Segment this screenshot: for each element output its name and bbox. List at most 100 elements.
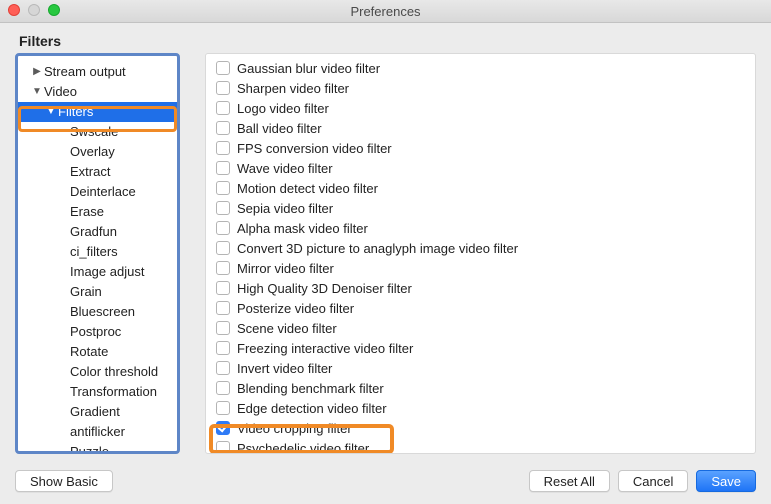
filter-checkbox[interactable] (216, 361, 230, 375)
sidebar-item-label: Rotate (68, 342, 108, 362)
sidebar-item-deinterlace[interactable]: Deinterlace (18, 182, 177, 202)
cancel-button[interactable]: Cancel (618, 470, 688, 492)
window-title: Preferences (0, 4, 771, 19)
filter-row[interactable]: Edge detection video filter (216, 398, 755, 418)
filter-checkbox[interactable] (216, 161, 230, 175)
filter-row[interactable]: Convert 3D picture to anaglyph image vid… (216, 238, 755, 258)
filter-checkbox[interactable] (216, 61, 230, 75)
chevron-down-icon[interactable]: ▼ (46, 102, 56, 122)
filter-row[interactable]: Gaussian blur video filter (216, 58, 755, 78)
sidebar-item-antiflicker[interactable]: antiflicker (18, 422, 177, 442)
filter-label: Motion detect video filter (237, 181, 378, 196)
filter-label: Wave video filter (237, 161, 333, 176)
sidebar-item-label: Grain (68, 282, 102, 302)
filters-checkbox-list[interactable]: Gaussian blur video filter Sharpen video … (206, 54, 755, 454)
sidebar-item-ci-filters[interactable]: ci_filters (18, 242, 177, 262)
maximize-icon[interactable] (48, 4, 60, 16)
filter-checkbox[interactable] (216, 81, 230, 95)
filter-checkbox[interactable] (216, 301, 230, 315)
filter-label: Video cropping filter (237, 421, 352, 436)
sidebar-item-label: Extract (68, 162, 110, 182)
sidebar-item-stream-output[interactable]: ▶Stream output (18, 62, 177, 82)
close-icon[interactable] (8, 4, 20, 16)
sidebar-item-puzzle[interactable]: Puzzle (18, 442, 177, 454)
filter-row[interactable]: Scene video filter (216, 318, 755, 338)
sidebar-item-video[interactable]: ▼Video (18, 82, 177, 102)
filter-label: Edge detection video filter (237, 401, 387, 416)
filter-checkbox[interactable] (216, 121, 230, 135)
sidebar-item-filters[interactable]: ▼Filters (18, 102, 177, 122)
show-basic-button[interactable]: Show Basic (15, 470, 113, 492)
sidebar-panel: ▶Stream output▼Video▼FiltersSwscaleOverl… (15, 53, 180, 454)
filter-checkbox[interactable] (216, 101, 230, 115)
filter-label: Ball video filter (237, 121, 322, 136)
titlebar: Preferences (0, 0, 771, 23)
preferences-window: Preferences Filters ▶Stream output▼Video… (0, 0, 771, 504)
filter-row[interactable]: Posterize video filter (216, 298, 755, 318)
filter-row[interactable]: Freezing interactive video filter (216, 338, 755, 358)
filter-row[interactable]: Sharpen video filter (216, 78, 755, 98)
sidebar-item-rotate[interactable]: Rotate (18, 342, 177, 362)
sidebar-item-label: Transformation (68, 382, 157, 402)
sidebar-item-label: Filters (56, 102, 93, 122)
reset-all-button[interactable]: Reset All (529, 470, 610, 492)
filter-row[interactable]: Psychedelic video filter (216, 438, 755, 454)
filter-checkbox[interactable] (216, 381, 230, 395)
filter-checkbox[interactable] (216, 241, 230, 255)
sidebar-item-color-threshold[interactable]: Color threshold (18, 362, 177, 382)
filter-row[interactable]: Alpha mask video filter (216, 218, 755, 238)
filter-row[interactable]: Wave video filter (216, 158, 755, 178)
filter-checkbox[interactable] (216, 281, 230, 295)
filter-checkbox[interactable] (216, 321, 230, 335)
filter-checkbox[interactable] (216, 421, 230, 435)
filter-row[interactable]: Logo video filter (216, 98, 755, 118)
filter-label: Scene video filter (237, 321, 337, 336)
filter-label: Posterize video filter (237, 301, 354, 316)
sidebar-item-label: Erase (68, 202, 104, 222)
sidebar-item-overlay[interactable]: Overlay (18, 142, 177, 162)
filter-label: Psychedelic video filter (237, 441, 369, 455)
filter-checkbox[interactable] (216, 341, 230, 355)
sidebar-item-bluescreen[interactable]: Bluescreen (18, 302, 177, 322)
sidebar-item-transformation[interactable]: Transformation (18, 382, 177, 402)
filter-row[interactable]: FPS conversion video filter (216, 138, 755, 158)
filter-label: FPS conversion video filter (237, 141, 392, 156)
filter-checkbox[interactable] (216, 261, 230, 275)
filter-row[interactable]: Mirror video filter (216, 258, 755, 278)
bottom-button-bar: Show Basic Reset All Cancel Save (0, 458, 771, 504)
sidebar-item-label: ci_filters (68, 242, 118, 262)
filter-checkbox[interactable] (216, 141, 230, 155)
filter-label: Convert 3D picture to anaglyph image vid… (237, 241, 518, 256)
filter-checkbox[interactable] (216, 221, 230, 235)
sidebar-item-label: Color threshold (68, 362, 158, 382)
sidebar-item-gradient[interactable]: Gradient (18, 402, 177, 422)
sidebar-item-postproc[interactable]: Postproc (18, 322, 177, 342)
filter-row[interactable]: Video cropping filter (216, 418, 755, 438)
sidebar-item-label: Stream output (42, 62, 126, 82)
filter-row[interactable]: Ball video filter (216, 118, 755, 138)
chevron-down-icon[interactable]: ▼ (32, 82, 42, 102)
sidebar-item-grain[interactable]: Grain (18, 282, 177, 302)
filter-label: Sepia video filter (237, 201, 333, 216)
filters-panel: Gaussian blur video filter Sharpen video … (205, 53, 756, 454)
filter-checkbox[interactable] (216, 441, 230, 454)
filter-label: Sharpen video filter (237, 81, 349, 96)
filter-row[interactable]: Sepia video filter (216, 198, 755, 218)
filter-row[interactable]: Motion detect video filter (216, 178, 755, 198)
sidebar-tree[interactable]: ▶Stream output▼Video▼FiltersSwscaleOverl… (18, 62, 177, 454)
sidebar-item-extract[interactable]: Extract (18, 162, 177, 182)
sidebar-item-gradfun[interactable]: Gradfun (18, 222, 177, 242)
filter-row[interactable]: High Quality 3D Denoiser filter (216, 278, 755, 298)
filter-row[interactable]: Invert video filter (216, 358, 755, 378)
sidebar-item-image-adjust[interactable]: Image adjust (18, 262, 177, 282)
content-area: Filters ▶Stream output▼Video▼FiltersSwsc… (0, 23, 771, 458)
sidebar-item-swscale[interactable]: Swscale (18, 122, 177, 142)
save-button[interactable]: Save (696, 470, 756, 492)
filter-label: Blending benchmark filter (237, 381, 384, 396)
filter-checkbox[interactable] (216, 201, 230, 215)
filter-row[interactable]: Blending benchmark filter (216, 378, 755, 398)
filter-checkbox[interactable] (216, 181, 230, 195)
sidebar-item-erase[interactable]: Erase (18, 202, 177, 222)
chevron-right-icon[interactable]: ▶ (32, 62, 42, 82)
filter-checkbox[interactable] (216, 401, 230, 415)
